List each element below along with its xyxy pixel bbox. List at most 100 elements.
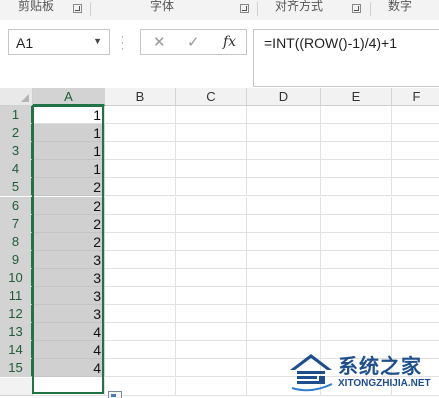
cell-c[interactable]: [176, 250, 247, 269]
cell-a[interactable]: 3: [33, 250, 105, 269]
cell-d[interactable]: [247, 305, 321, 324]
cell-b[interactable]: [105, 323, 176, 342]
alignment-launcher-icon[interactable]: [352, 4, 361, 13]
cell-b[interactable]: [105, 106, 176, 125]
cell-c[interactable]: [176, 268, 247, 287]
cell-a[interactable]: 1: [33, 124, 105, 143]
row-header[interactable]: 4: [0, 160, 33, 179]
chevron-down-icon[interactable]: ▼: [93, 36, 102, 46]
cell-f[interactable]: [392, 160, 439, 179]
cell-a[interactable]: 1: [33, 106, 105, 125]
row-header[interactable]: 14: [0, 341, 33, 360]
row-header[interactable]: [0, 377, 33, 396]
cell-f[interactable]: [392, 323, 439, 342]
row-header[interactable]: 13: [0, 323, 33, 342]
select-all-corner[interactable]: [0, 88, 33, 106]
cell-a[interactable]: [33, 377, 105, 396]
cell-a[interactable]: 2: [33, 178, 105, 197]
cell-e[interactable]: [321, 142, 392, 161]
cell-b[interactable]: [105, 268, 176, 287]
cell-d[interactable]: [247, 323, 321, 342]
cell-d[interactable]: [247, 196, 321, 215]
cancel-icon[interactable]: ✕: [153, 33, 166, 51]
cell-b[interactable]: [105, 142, 176, 161]
clipboard-launcher-icon[interactable]: [73, 4, 82, 13]
cell-e[interactable]: [321, 178, 392, 197]
cell-a[interactable]: 3: [33, 287, 105, 306]
cell-d[interactable]: [247, 250, 321, 269]
cell-a[interactable]: 3: [33, 268, 105, 287]
cell-a[interactable]: 2: [33, 214, 105, 233]
row-header[interactable]: 12: [0, 305, 33, 324]
cell-a[interactable]: 4: [33, 341, 105, 360]
cell-b[interactable]: [105, 178, 176, 197]
cell-c[interactable]: [176, 341, 247, 360]
row-header[interactable]: 3: [0, 142, 33, 161]
cell-c[interactable]: [176, 142, 247, 161]
cell-d[interactable]: [247, 287, 321, 306]
cell-e[interactable]: [321, 250, 392, 269]
cell-f[interactable]: [392, 178, 439, 197]
cell-b[interactable]: [105, 232, 176, 251]
column-header-c[interactable]: C: [176, 88, 247, 106]
cell-f[interactable]: [392, 124, 439, 143]
cell-e[interactable]: [321, 232, 392, 251]
cell-e[interactable]: [321, 124, 392, 143]
cell-c[interactable]: [176, 124, 247, 143]
cell-a[interactable]: 3: [33, 305, 105, 324]
cell-b[interactable]: [105, 341, 176, 360]
row-header[interactable]: 15: [0, 359, 33, 378]
cell-e[interactable]: [321, 287, 392, 306]
row-header[interactable]: 5: [0, 178, 33, 197]
cell-d[interactable]: [247, 124, 321, 143]
cell-f[interactable]: [392, 106, 439, 125]
cell-b[interactable]: [105, 250, 176, 269]
row-header[interactable]: 8: [0, 232, 33, 251]
enter-icon[interactable]: ✓: [187, 33, 200, 51]
cell-f[interactable]: [392, 269, 439, 287]
cell-b[interactable]: [105, 287, 176, 306]
cell-a[interactable]: 4: [33, 323, 105, 342]
column-header-e[interactable]: E: [321, 88, 392, 106]
column-header-b[interactable]: B: [105, 88, 176, 106]
cell-e[interactable]: [321, 323, 392, 342]
cell-f[interactable]: [392, 142, 439, 161]
row-header[interactable]: 6: [0, 196, 33, 215]
cell-c[interactable]: [176, 287, 247, 306]
drag-handle-icon[interactable]: · · ·: [119, 30, 125, 54]
cell-d[interactable]: [247, 214, 321, 233]
insert-function-icon[interactable]: fx: [223, 34, 236, 50]
cell-e[interactable]: [321, 214, 392, 233]
cell-c[interactable]: [176, 106, 247, 125]
quick-analysis-icon[interactable]: [108, 391, 122, 398]
cell-f[interactable]: [392, 287, 439, 306]
cell-d[interactable]: [247, 268, 321, 287]
cell-f[interactable]: [392, 251, 439, 269]
cell-d[interactable]: [247, 178, 321, 197]
row-header[interactable]: 2: [0, 124, 33, 143]
cell-b[interactable]: [105, 160, 176, 179]
cell-b[interactable]: [105, 359, 176, 378]
cell-c[interactable]: [176, 359, 247, 378]
cell-c[interactable]: [176, 305, 247, 324]
cell-b[interactable]: [105, 124, 176, 143]
cell-f[interactable]: [392, 215, 439, 233]
cell-c[interactable]: [176, 178, 247, 197]
column-header-f[interactable]: F: [392, 88, 439, 106]
row-header[interactable]: 11: [0, 287, 33, 306]
cell-a[interactable]: 1: [33, 142, 105, 161]
cell-c[interactable]: [176, 323, 247, 342]
cell-c[interactable]: [176, 196, 247, 215]
cell-d[interactable]: [247, 106, 321, 125]
cell-f[interactable]: [392, 305, 439, 324]
column-header-a[interactable]: A: [33, 88, 105, 106]
cell-e[interactable]: [321, 268, 392, 287]
row-header[interactable]: 7: [0, 214, 33, 233]
cell-e[interactable]: [321, 160, 392, 179]
column-header-d[interactable]: D: [247, 88, 321, 106]
cell-a[interactable]: 2: [33, 196, 105, 215]
name-box[interactable]: A1 ▼: [8, 29, 110, 55]
cell-c[interactable]: [176, 377, 247, 396]
cell-c[interactable]: [176, 214, 247, 233]
cell-d[interactable]: [247, 142, 321, 161]
